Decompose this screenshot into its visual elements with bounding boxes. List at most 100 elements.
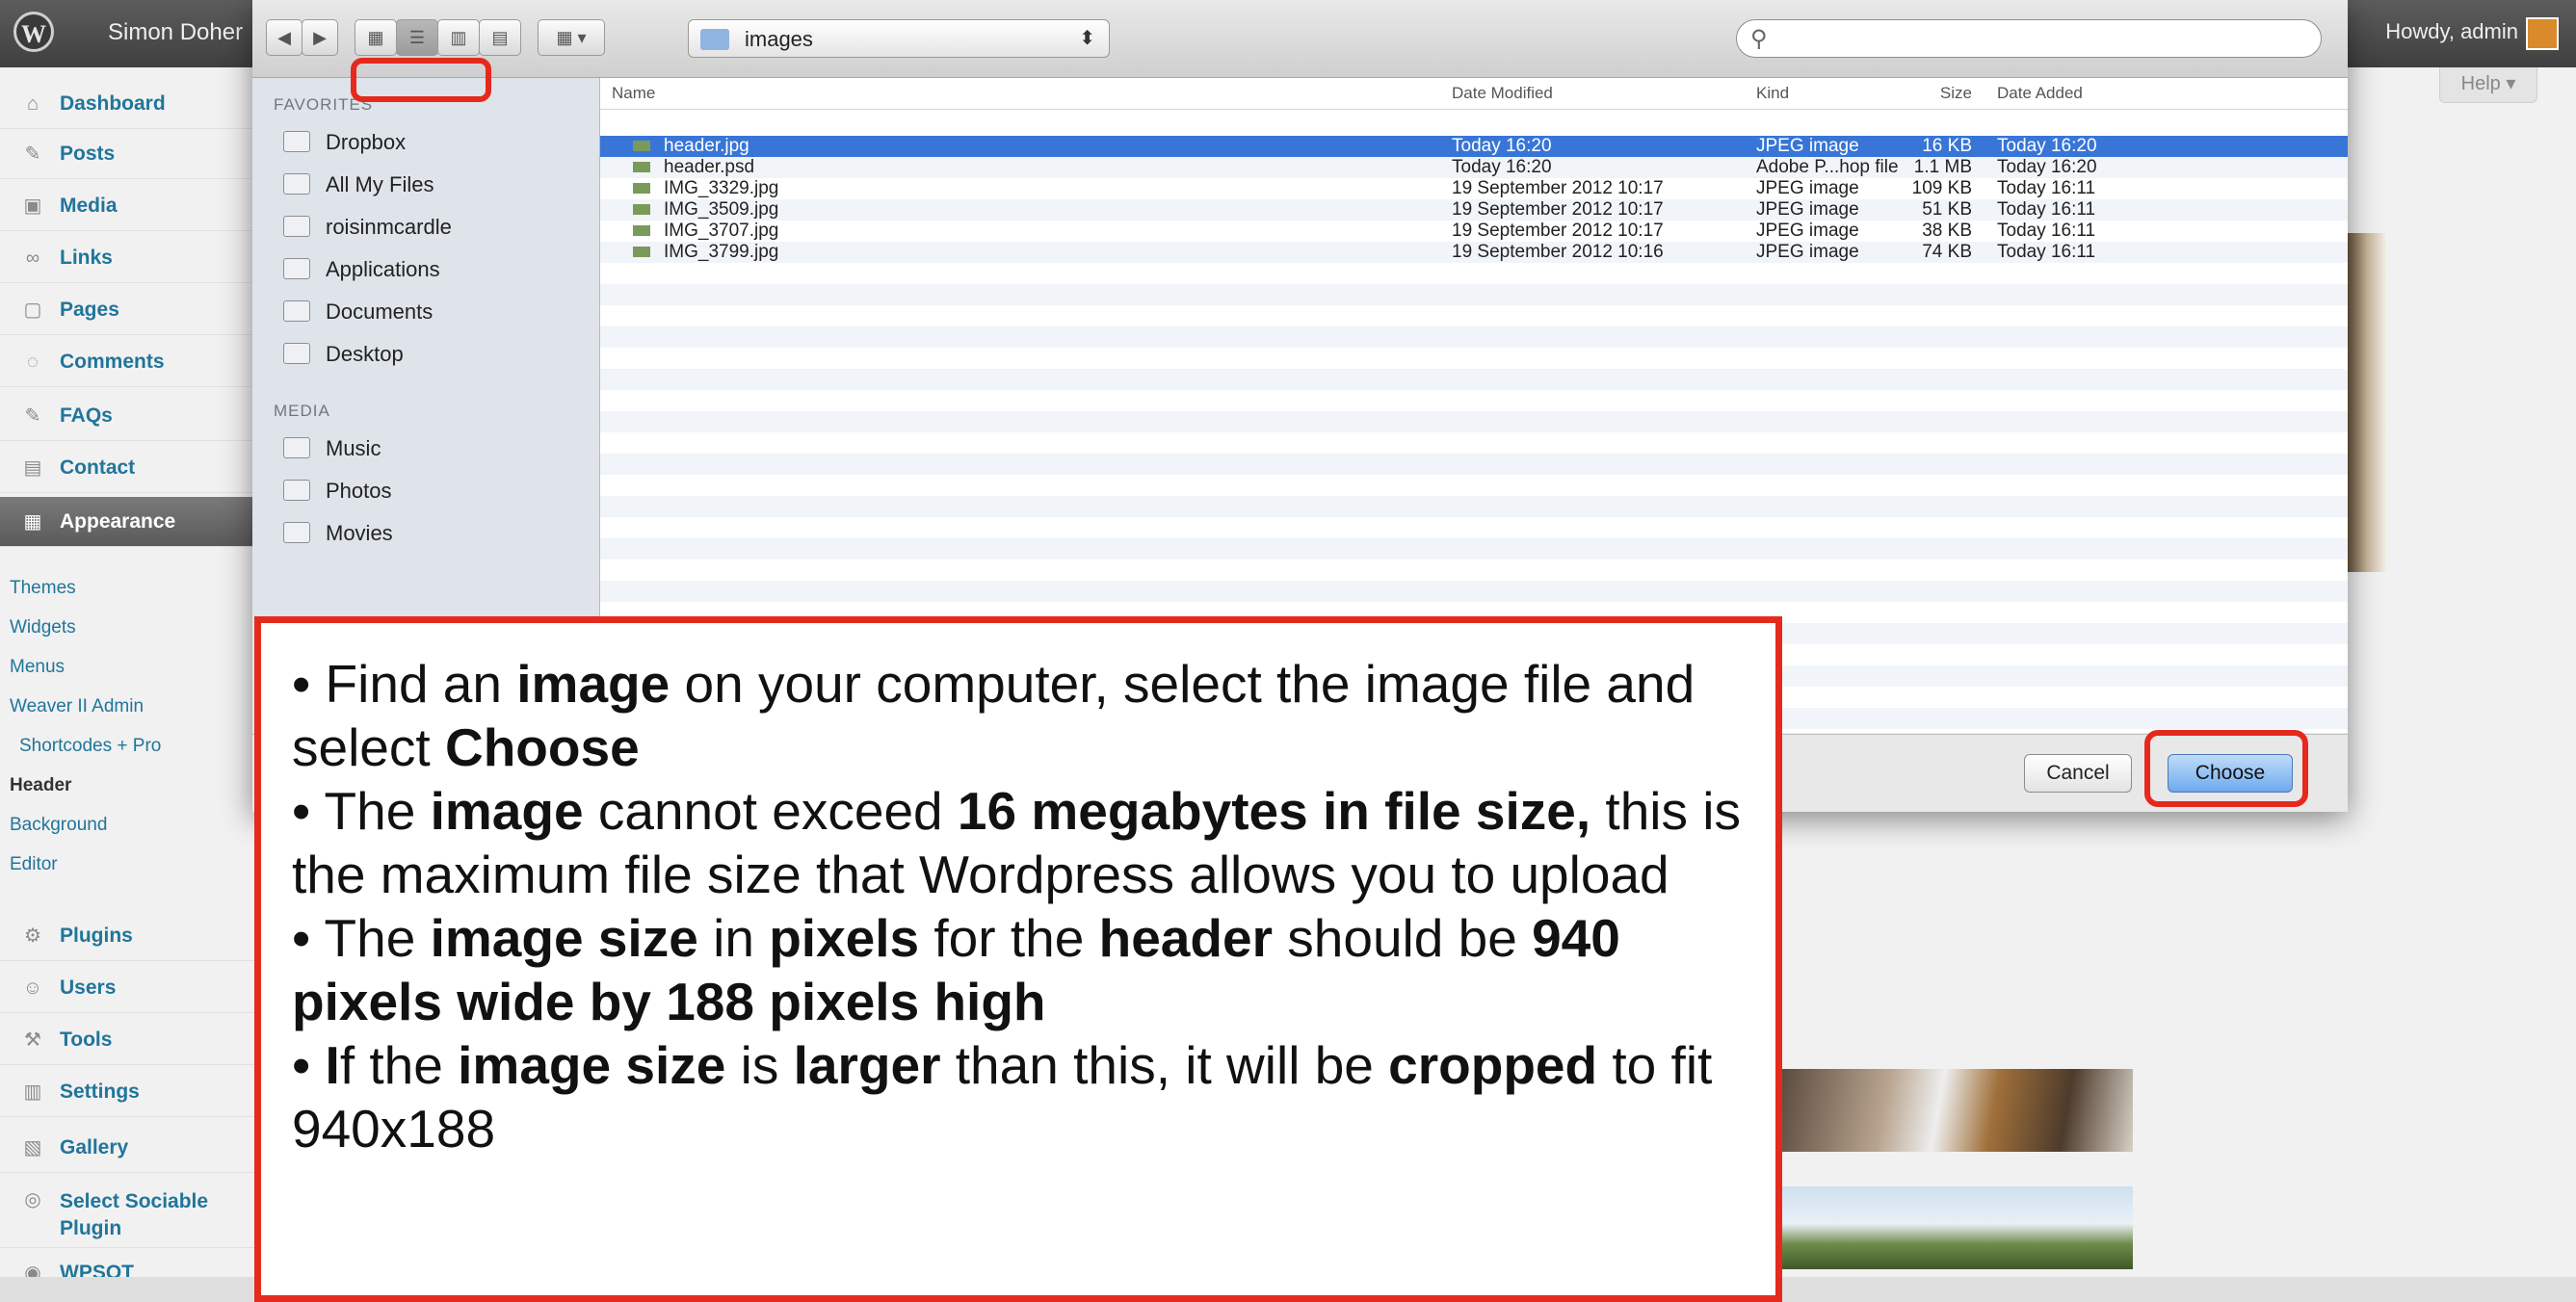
file-name: IMG_3329.jpg xyxy=(664,178,779,198)
sidebar-item-pages[interactable]: ▢ Pages xyxy=(0,285,258,335)
instruction-callout: • Find an image on your computer, select… xyxy=(254,616,1782,1302)
sidebar-item-posts[interactable]: ✎ Posts xyxy=(0,129,258,179)
file-row[interactable]: IMG_3799.jpg 19 September 2012 10:16 74 KB… xyxy=(600,242,2348,263)
file-kind: JPEG image xyxy=(1756,221,1859,241)
sidebar-item-select-sociable-plugin[interactable]: ◎ Select Sociable Plugin xyxy=(0,1175,258,1248)
callout-text: Choose xyxy=(444,717,640,777)
comment-icon: ◌ xyxy=(27,352,39,373)
callout-text: f the xyxy=(339,1035,459,1095)
plugin-icon: ⚙ xyxy=(24,925,41,947)
media-photos[interactable]: Photos xyxy=(283,477,591,508)
search-input[interactable]: ⚲ xyxy=(1736,19,2322,58)
file-row[interactable]: IMG_3707.jpg 19 September 2012 10:17 38 KB… xyxy=(600,221,2348,242)
sidebar-item-media[interactable]: ▣ Media xyxy=(0,181,258,231)
avatar[interactable] xyxy=(2526,17,2559,50)
file-row[interactable]: header.jpg Today 16:20 16 KB JPEG image Toda… xyxy=(600,136,2348,157)
photos-icon xyxy=(283,480,310,501)
file-modified: 19 September 2012 10:17 xyxy=(1452,221,1664,241)
empty-row xyxy=(600,390,2348,411)
sidebar-item-label: Pages xyxy=(60,299,119,321)
favorite-dropbox[interactable]: Dropbox xyxy=(283,128,591,159)
header-file-highlight xyxy=(351,58,491,102)
callout-text: • xyxy=(292,1035,326,1095)
dialog-toolbar: ◀ ▶ ▦ ☰ ▥ ▤ ▦ ▾ images ⬍ ⚲ xyxy=(252,0,2348,78)
icon-view-button[interactable]: ▦ xyxy=(355,19,397,56)
image-file-icon xyxy=(633,141,650,151)
media-music[interactable]: Music xyxy=(283,434,591,465)
empty-row xyxy=(600,326,2348,348)
howdy-user-link[interactable]: Howdy, admin xyxy=(2385,19,2518,44)
submenu-item-weaver-ii-admin[interactable]: Weaver II Admin xyxy=(10,696,144,717)
tools-icon: ⚒ xyxy=(24,1029,41,1051)
file-name: IMG_3707.jpg xyxy=(664,221,779,241)
submenu-item-header[interactable]: Header xyxy=(10,775,71,796)
media-movies[interactable]: Movies xyxy=(283,519,591,550)
column-view-button[interactable]: ▥ xyxy=(437,19,480,56)
sidebar-item-appearance[interactable]: ▦ Appearance xyxy=(0,497,258,547)
favorite-roisinmcardle[interactable]: roisinmcardle xyxy=(283,213,591,244)
file-row[interactable]: IMG_3509.jpg 19 September 2012 10:17 51 KB… xyxy=(600,199,2348,221)
file-row[interactable]: IMG_3329.jpg 19 September 2012 10:17 109 K… xyxy=(600,178,2348,199)
sidebar-item-settings[interactable]: ▥ Settings xyxy=(0,1067,258,1117)
submenu-item-shortcodes-pro[interactable]: Shortcodes + Pro xyxy=(19,736,161,757)
callout-text: header xyxy=(1098,908,1273,968)
help-tab[interactable]: Help ▾ xyxy=(2439,67,2537,103)
forward-arrow-icon[interactable]: ▶ xyxy=(302,19,338,56)
file-name: IMG_3799.jpg xyxy=(664,242,779,262)
sidebar-item-dashboard[interactable]: ⌂ Dashboard xyxy=(0,79,258,129)
favorite-applications[interactable]: Applications xyxy=(283,255,591,286)
favorite-documents[interactable]: Documents xyxy=(283,298,591,328)
sidebar-item-links[interactable]: ∞ Links xyxy=(0,233,258,283)
sidebar-item-label: FAQs xyxy=(60,404,113,427)
submenu-item-widgets[interactable]: Widgets xyxy=(10,617,76,638)
favorite-all-my-files[interactable]: All My Files xyxy=(283,170,591,201)
sidebar-item-label: Select Sociable Plugin xyxy=(60,1190,209,1239)
sidebar-item-contact[interactable]: ▤ Contact xyxy=(0,443,258,493)
callout-text: should be xyxy=(1272,908,1533,968)
link-icon: ∞ xyxy=(25,247,40,269)
sidebar-item-comments[interactable]: ◌ Comments xyxy=(0,337,258,387)
sidebar-item-gallery[interactable]: ▧ Gallery xyxy=(0,1123,258,1173)
empty-row xyxy=(600,496,2348,517)
column-header-date-modified[interactable]: Date Modified xyxy=(1452,84,1553,103)
favorite-label: Documents xyxy=(326,299,434,324)
submenu-item-background[interactable]: Background xyxy=(10,815,107,836)
sidebar-item-label: Comments xyxy=(60,351,165,373)
file-size: 51 KB xyxy=(1922,199,1972,220)
empty-row xyxy=(600,432,2348,454)
back-arrow-icon[interactable]: ◀ xyxy=(266,19,302,56)
sidebar-item-label: Settings xyxy=(60,1081,140,1103)
file-name: header.jpg xyxy=(664,136,749,156)
column-header-size[interactable]: Size xyxy=(1940,84,1972,103)
wordpress-logo-icon[interactable]: W xyxy=(13,12,54,52)
media-icon: ▣ xyxy=(23,195,42,217)
sidebar-item-users[interactable]: ☺ Users xyxy=(0,963,258,1013)
column-header-name[interactable]: Name xyxy=(612,84,655,103)
admin-sidebar: ⌂ Dashboard ✎ Posts ▣ Media ∞ Links ▢ Pages ◌ Comme… xyxy=(0,67,259,1302)
file-added: Today 16:11 xyxy=(1997,242,2096,262)
submenu-item-menus[interactable]: Menus xyxy=(10,657,65,678)
folder-path-popup[interactable]: images ⬍ xyxy=(688,19,1110,58)
callout-text: larger xyxy=(793,1035,941,1095)
submenu-item-themes[interactable]: Themes xyxy=(10,578,76,599)
empty-row xyxy=(600,475,2348,496)
site-name-link[interactable]: Simon Doher xyxy=(108,19,243,46)
search-icon: ⚲ xyxy=(1750,26,1768,52)
coverflow-view-button[interactable]: ▤ xyxy=(479,19,521,56)
header-thumbnail-landscape[interactable] xyxy=(1780,1186,2133,1269)
column-header-kind[interactable]: Kind xyxy=(1756,84,1789,103)
column-header-date-added[interactable]: Date Added xyxy=(1997,84,2083,103)
favorite-desktop[interactable]: Desktop xyxy=(283,340,591,371)
cancel-button[interactable]: Cancel xyxy=(2024,754,2132,793)
sidebar-item-tools[interactable]: ⚒ Tools xyxy=(0,1015,258,1065)
header-thumbnail-smoke[interactable] xyxy=(1780,1069,2133,1152)
sidebar-item-plugins[interactable]: ⚙ Plugins xyxy=(0,911,258,961)
file-row[interactable]: header.psd Today 16:20 1.1 MB Adobe P...hop… xyxy=(600,157,2348,178)
arrange-menu-button[interactable]: ▦ ▾ xyxy=(538,19,605,56)
desktop-icon xyxy=(283,343,310,364)
page-icon: ▢ xyxy=(23,299,42,321)
submenu-item-editor[interactable]: Editor xyxy=(10,854,58,875)
file-added: Today 16:20 xyxy=(1997,136,2097,156)
sidebar-item-faqs[interactable]: ✎ FAQs xyxy=(0,391,258,441)
list-view-button[interactable]: ☰ xyxy=(396,19,438,56)
